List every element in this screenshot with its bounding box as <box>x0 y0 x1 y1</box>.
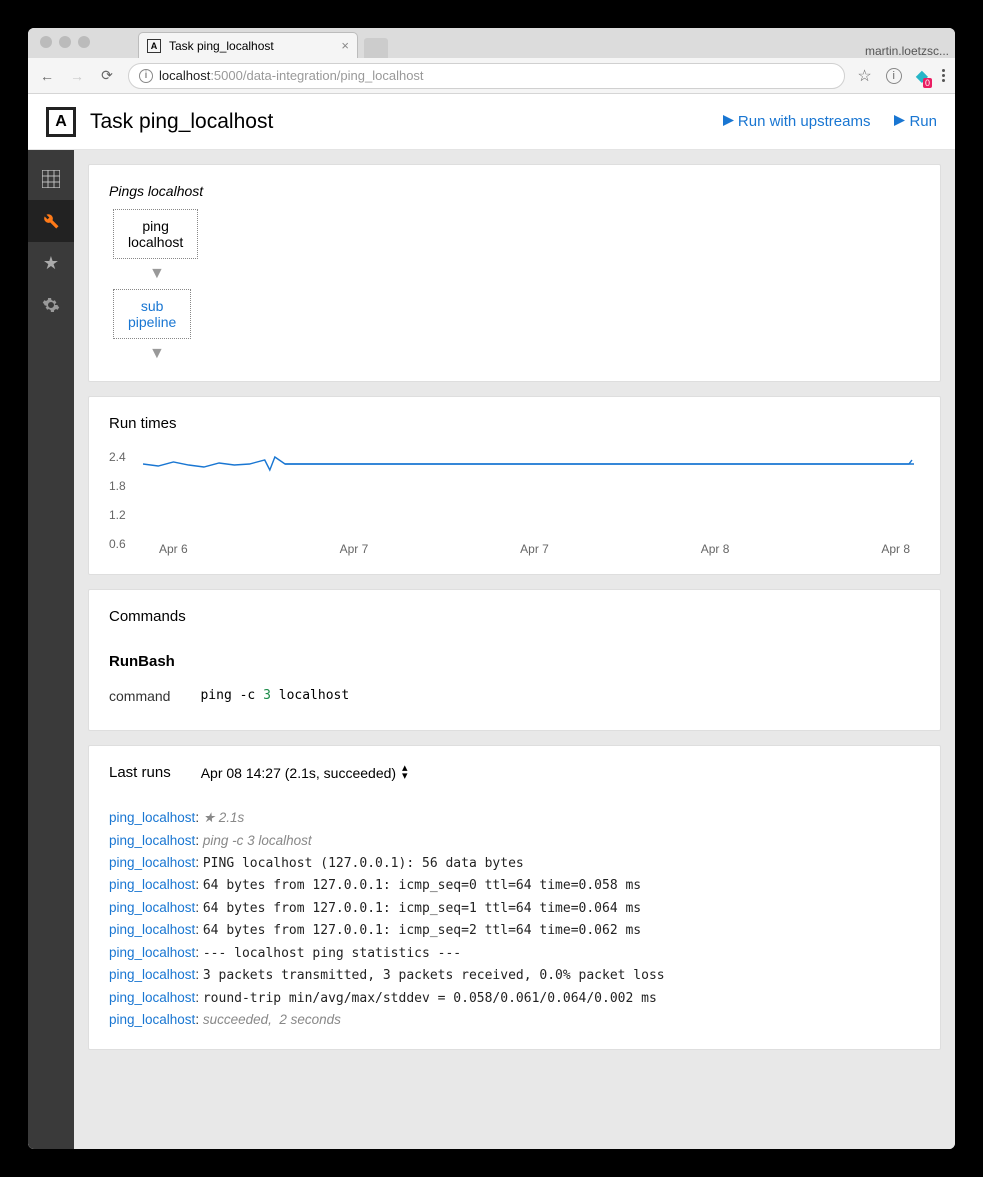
overview-card: Pings localhost ping localhost ▼ sub pip… <box>88 164 941 382</box>
lastruns-card: Last runs Apr 08 14:27 (2.1s, succeeded)… <box>88 745 941 1050</box>
x-axis: Apr 6 Apr 7 Apr 7 Apr 8 Apr 8 <box>159 542 910 556</box>
runtimes-title: Run times <box>109 415 920 432</box>
browser-window: A Task ping_localhost × martin.loetzsc..… <box>28 28 955 1149</box>
y-axis: 2.4 1.8 1.2 0.6 <box>109 446 126 555</box>
log-task-link[interactable]: ping_localhost <box>109 945 195 960</box>
runtimes-card: Run times 2.4 1.8 1.2 0.6 Apr 6 Apr 7 <box>88 396 941 575</box>
log-line: ping_localhost: ping -c 3 localhost <box>109 830 920 852</box>
commands-card: Commands RunBash command ping -c 3 local… <box>88 589 941 731</box>
log-text: succeeded, 2 seconds <box>203 1012 341 1027</box>
log-text: PING localhost (127.0.0.1): 56 data byte… <box>203 856 524 871</box>
log-line: ping_localhost: PING localhost (127.0.0.… <box>109 852 920 874</box>
profile-label[interactable]: martin.loetzsc... <box>865 44 955 58</box>
log-line: ping_localhost: succeeded, 2 seconds <box>109 1009 920 1031</box>
graph-node-sub-pipeline[interactable]: sub pipeline <box>113 289 191 339</box>
page-title: Task ping_localhost <box>90 110 709 134</box>
extension-icon[interactable]: ◆0 <box>916 66 928 86</box>
log-text: 64 bytes from 127.0.0.1: icmp_seq=0 ttl=… <box>203 878 641 893</box>
log-task-link[interactable]: ping_localhost <box>109 877 195 892</box>
browser-toolbar: ← → ⟳ i localhost:5000/data-integration/… <box>28 58 955 94</box>
log-task-link[interactable]: ping_localhost <box>109 833 195 848</box>
command-key: command <box>109 688 170 704</box>
log-task-link[interactable]: ping_localhost <box>109 810 195 825</box>
browser-menu-icon[interactable] <box>942 69 945 82</box>
window-close-icon[interactable] <box>40 36 52 48</box>
browser-tabstrip: A Task ping_localhost × martin.loetzsc..… <box>28 28 955 58</box>
window-minimize-icon[interactable] <box>59 36 71 48</box>
app-logo-icon[interactable]: A <box>46 107 76 137</box>
lastruns-title: Last runs <box>109 764 171 781</box>
browser-tab[interactable]: A Task ping_localhost × <box>138 32 358 58</box>
command-class-name: RunBash <box>109 653 920 670</box>
lastruns-selector[interactable]: Apr 08 14:27 (2.1s, succeeded) ▴▾ <box>201 765 408 781</box>
sidebar-item-tools[interactable] <box>28 200 74 242</box>
log-task-link[interactable]: ping_localhost <box>109 967 195 982</box>
sidebar-item-grid[interactable] <box>28 158 74 200</box>
main-content: Pings localhost ping localhost ▼ sub pip… <box>74 150 955 1149</box>
log-line: ping_localhost: round-trip min/avg/max/s… <box>109 987 920 1009</box>
select-updown-icon: ▴▾ <box>402 765 408 780</box>
log-text: 64 bytes from 127.0.0.1: icmp_seq=2 ttl=… <box>203 923 641 938</box>
log-line: ping_localhost: 3 packets transmitted, 3… <box>109 964 920 986</box>
log-line: ping_localhost: --- localhost ping stati… <box>109 942 920 964</box>
arrow-down-icon: ▼ <box>149 265 165 283</box>
sidebar: ★ <box>28 150 74 1149</box>
forward-icon: → <box>68 68 86 84</box>
site-info-icon[interactable]: i <box>139 69 153 83</box>
log-line: ping_localhost: 64 bytes from 127.0.0.1:… <box>109 874 920 896</box>
favicon-icon: A <box>147 39 161 53</box>
account-info-icon[interactable]: i <box>886 68 902 84</box>
log-output: ping_localhost: ★ 2.1sping_localhost: pi… <box>109 807 920 1031</box>
log-task-link[interactable]: ping_localhost <box>109 855 195 870</box>
lastruns-selector-label: Apr 08 14:27 (2.1s, succeeded) <box>201 765 396 781</box>
bookmark-star-icon[interactable]: ☆ <box>857 66 871 86</box>
app-header: A Task ping_localhost Run with upstreams… <box>28 94 955 150</box>
play-icon <box>894 113 905 130</box>
commands-title: Commands <box>109 608 920 625</box>
run-with-upstreams-button[interactable]: Run with upstreams <box>723 113 871 130</box>
tab-title: Task ping_localhost <box>169 39 333 53</box>
run-with-upstreams-label: Run with upstreams <box>738 113 871 130</box>
window-zoom-icon[interactable] <box>78 36 90 48</box>
task-description: Pings localhost <box>109 183 920 199</box>
log-text: 64 bytes from 127.0.0.1: icmp_seq=1 ttl=… <box>203 901 641 916</box>
back-icon[interactable]: ← <box>38 68 56 84</box>
extension-badge: 0 <box>923 78 932 88</box>
run-button[interactable]: Run <box>894 113 937 130</box>
log-text: 3 packets transmitted, 3 packets receive… <box>203 968 665 983</box>
log-line: ping_localhost: 64 bytes from 127.0.0.1:… <box>109 897 920 919</box>
log-task-link[interactable]: ping_localhost <box>109 900 195 915</box>
log-text: ping -c 3 localhost <box>203 833 312 848</box>
sidebar-item-favorites[interactable]: ★ <box>28 242 74 284</box>
tab-close-icon[interactable]: × <box>341 38 349 53</box>
log-line: ping_localhost: 64 bytes from 127.0.0.1:… <box>109 919 920 941</box>
command-value: ping -c 3 localhost <box>200 688 349 704</box>
log-text: round-trip min/avg/max/stddev = 0.058/0.… <box>203 991 657 1006</box>
log-task-link[interactable]: ping_localhost <box>109 922 195 937</box>
graph-node-ping-localhost[interactable]: ping localhost <box>113 209 198 259</box>
play-icon <box>723 113 734 130</box>
log-text: --- localhost ping statistics --- <box>203 946 461 961</box>
log-line: ping_localhost: ★ 2.1s <box>109 807 920 829</box>
log-text: ★ 2.1s <box>203 810 244 825</box>
log-task-link[interactable]: ping_localhost <box>109 1012 195 1027</box>
address-bar[interactable]: i localhost:5000/data-integration/ping_l… <box>128 63 845 89</box>
arrow-down-icon: ▼ <box>149 345 165 363</box>
reload-icon[interactable]: ⟳ <box>98 67 116 84</box>
run-label: Run <box>909 113 937 130</box>
url-text: localhost:5000/data-integration/ping_loc… <box>159 68 424 83</box>
runtimes-sparkline <box>143 454 914 478</box>
log-task-link[interactable]: ping_localhost <box>109 990 195 1005</box>
new-tab-button[interactable] <box>364 38 388 58</box>
sidebar-item-settings[interactable] <box>28 284 74 326</box>
